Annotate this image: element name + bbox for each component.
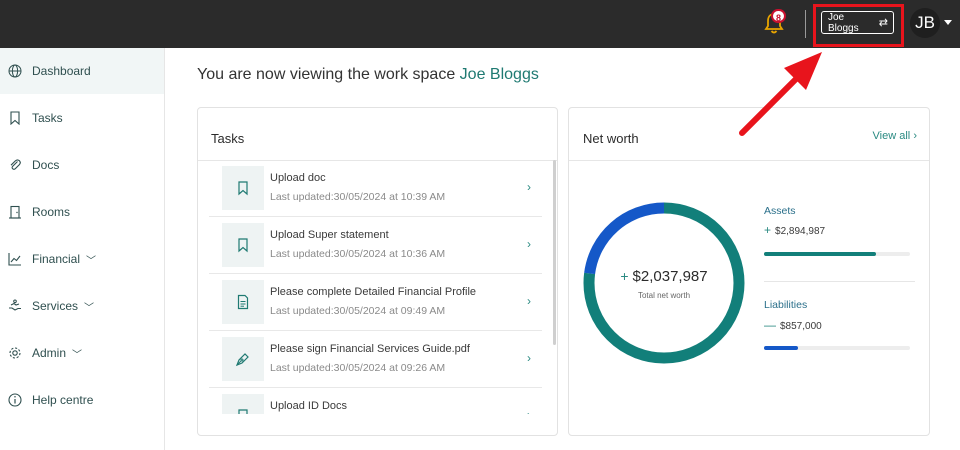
chevron-right-icon: ›	[527, 408, 531, 414]
task-list-scrollbar[interactable]	[553, 160, 556, 345]
sidebar-item-label: Admin	[32, 346, 67, 360]
assets-progress-bar	[764, 252, 910, 256]
bookmark-icon	[222, 223, 264, 267]
plus-icon: +	[764, 223, 772, 237]
paperclip-icon	[8, 158, 22, 172]
top-bar: 8 Joe Bloggs ⇄ JB	[0, 0, 960, 48]
list-item[interactable]: Upload doc Last updated:30/05/2024 at 10…	[209, 160, 542, 217]
view-all-label: View all	[872, 130, 911, 142]
total-net-worth-amount: $2,037,987	[632, 268, 708, 285]
card-divider	[569, 160, 929, 161]
chevron-down-icon[interactable]	[944, 20, 952, 25]
bookmark-icon	[222, 166, 264, 210]
page-title-prefix: You are now viewing the work space	[197, 66, 460, 83]
list-item[interactable]: Upload ID Docs ›	[209, 388, 542, 414]
sidebar-item-admin[interactable]: Admin ﹀	[0, 330, 164, 376]
sidebar: Dashboard Tasks Docs Rooms Financial ﹀ S…	[0, 48, 165, 450]
metric-divider	[764, 281, 915, 282]
liabilities-amount: $857,000	[780, 321, 822, 332]
list-item[interactable]: Upload Super statement Last updated:30/0…	[209, 217, 542, 274]
liabilities-progress-fill	[764, 346, 798, 350]
list-item[interactable]: Please complete Detailed Financial Profi…	[209, 274, 542, 331]
liabilities-label: Liabilities	[764, 299, 808, 311]
chevron-right-icon: ›	[527, 180, 531, 194]
workspace-name: Joe Bloggs	[459, 66, 539, 83]
task-title: Upload ID Docs	[270, 400, 348, 412]
task-title: Upload doc	[270, 172, 326, 184]
assets-amount: $2,894,987	[775, 226, 826, 237]
info-icon	[8, 393, 22, 407]
sidebar-item-services[interactable]: Services ﹀	[0, 283, 164, 329]
chart-icon	[8, 252, 22, 266]
sidebar-item-tasks[interactable]: Tasks	[0, 95, 164, 141]
liabilities-progress-bar	[764, 346, 910, 350]
tasks-card: Tasks Upload doc Last updated:30/05/2024…	[197, 107, 558, 436]
workspace-switch-button[interactable]: Joe Bloggs ⇄	[821, 11, 894, 34]
assets-progress-fill	[764, 252, 877, 256]
sidebar-item-label: Services	[32, 299, 79, 313]
swap-icon: ⇄	[878, 17, 888, 29]
task-updated: Last updated:30/05/2024 at 10:36 AM	[270, 248, 446, 260]
sidebar-item-docs[interactable]: Docs	[0, 142, 164, 188]
sidebar-item-rooms[interactable]: Rooms	[0, 189, 164, 235]
task-list: Upload doc Last updated:30/05/2024 at 10…	[209, 160, 542, 414]
sidebar-item-label: Docs	[32, 158, 60, 172]
chevron-right-icon: ›	[913, 130, 917, 142]
workspace-switch-label: Joe Bloggs	[828, 11, 859, 34]
handshake-icon	[8, 299, 22, 313]
bookmark-icon	[222, 394, 264, 414]
plus-icon: +	[620, 268, 629, 284]
sidebar-item-financial[interactable]: Financial ﹀	[0, 236, 164, 282]
chevron-right-icon: ›	[527, 351, 531, 365]
chevron-right-icon: ›	[527, 294, 531, 308]
minus-icon: —	[764, 318, 776, 332]
sidebar-item-dashboard[interactable]: Dashboard	[0, 48, 164, 94]
page-title: You are now viewing the work space Joe B…	[197, 66, 539, 84]
notification-badge: 8	[771, 9, 787, 23]
gear-icon	[8, 346, 22, 360]
total-net-worth-value: + $2,037,987	[583, 268, 745, 285]
pen-icon	[222, 337, 264, 381]
task-updated: Last updated:30/05/2024 at 09:49 AM	[270, 305, 446, 317]
assets-label: Assets	[764, 205, 796, 217]
liabilities-value: — $857,000	[764, 318, 822, 332]
sidebar-item-label: Rooms	[32, 205, 71, 219]
task-title: Please sign Financial Services Guide.pdf	[270, 343, 470, 355]
chevron-down-icon: ﹀	[72, 349, 83, 361]
net-worth-card-title: Net worth	[583, 131, 639, 146]
globe-icon	[8, 64, 22, 78]
task-updated: Last updated:30/05/2024 at 10:39 AM	[270, 191, 446, 203]
document-icon	[222, 280, 264, 324]
list-item[interactable]: Please sign Financial Services Guide.pdf…	[209, 331, 542, 388]
assets-value: + $2,894,987	[764, 223, 825, 237]
sidebar-item-label: Financial	[32, 252, 81, 266]
avatar[interactable]: JB	[910, 8, 940, 38]
chevron-right-icon: ›	[527, 237, 531, 251]
topbar-divider	[805, 10, 806, 38]
task-title: Upload Super statement	[270, 229, 389, 241]
sidebar-item-help-centre[interactable]: Help centre	[0, 377, 164, 423]
chevron-down-icon: ﹀	[84, 302, 95, 314]
task-updated: Last updated:30/05/2024 at 09:26 AM	[270, 362, 446, 374]
door-icon	[8, 205, 22, 219]
total-net-worth-label: Total net worth	[637, 291, 691, 300]
view-all-link[interactable]: View all ›	[873, 130, 917, 142]
bookmark-icon	[8, 111, 22, 125]
sidebar-item-label: Help centre	[32, 393, 94, 407]
tasks-card-title: Tasks	[211, 131, 245, 146]
sidebar-item-label: Tasks	[32, 111, 63, 125]
chevron-down-icon: ﹀	[86, 255, 97, 267]
task-title: Please complete Detailed Financial Profi…	[270, 286, 477, 298]
sidebar-item-label: Dashboard	[32, 64, 91, 78]
